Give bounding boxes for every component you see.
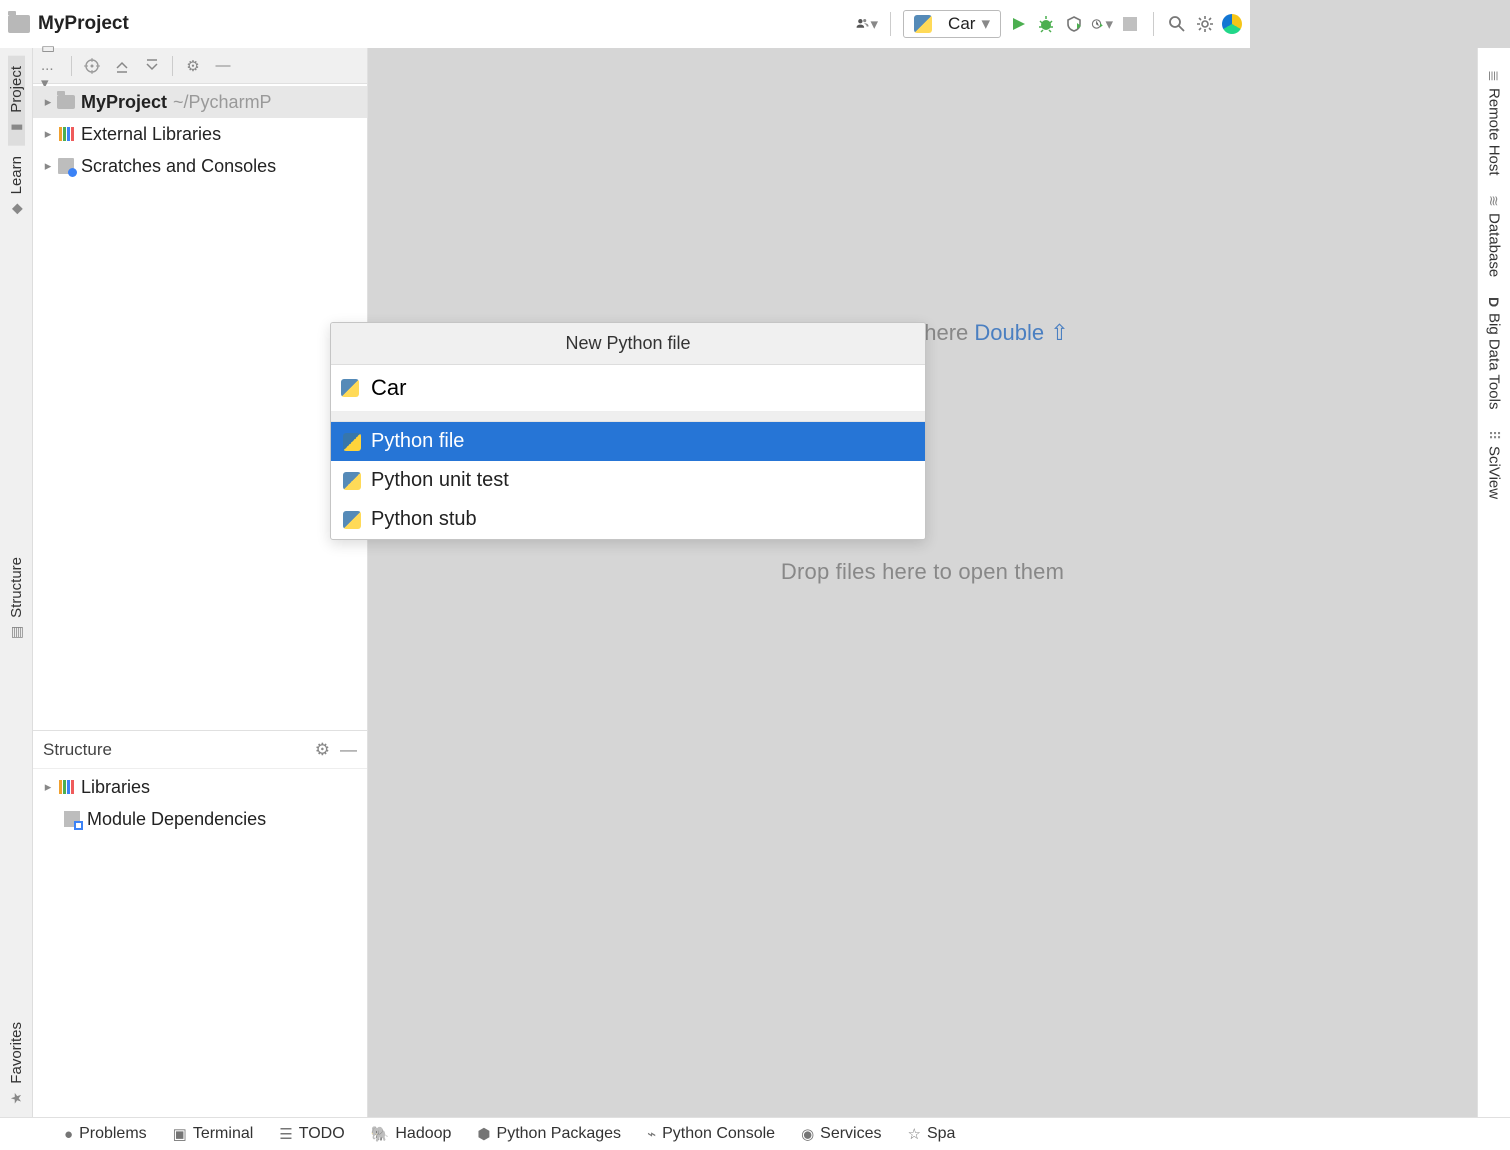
- database-icon: ≋: [1486, 195, 1502, 207]
- left-tool-gutter: ▮ Project ◆ Learn ▤ Structure ★ Favorite…: [0, 48, 33, 1117]
- tool-tab-big-data-tools[interactable]: D Big Data Tools: [1486, 287, 1503, 420]
- tool-tab-favorites[interactable]: ★ Favorites: [8, 1012, 25, 1117]
- libraries-icon: [55, 780, 77, 794]
- project-tree: ▸ MyProject ~/PycharmP ▸ External Librar…: [33, 84, 367, 184]
- view-mode-selector[interactable]: ▭ ... ▾: [41, 56, 61, 76]
- popup-option-python-stub[interactable]: Python stub: [331, 500, 925, 539]
- locate-file-button[interactable]: [82, 56, 102, 76]
- star-icon: ★: [8, 1092, 25, 1105]
- tree-root-myproject[interactable]: ▸ MyProject ~/PycharmP: [33, 86, 367, 118]
- popup-option-python-file[interactable]: Python file: [331, 422, 925, 461]
- learn-icon: ◆: [8, 203, 25, 214]
- jetbrains-logo-icon[interactable]: [1222, 14, 1242, 34]
- gear-icon[interactable]: ⚙: [315, 740, 330, 760]
- python-console-icon: ⌁: [647, 1125, 656, 1143]
- tool-tab-structure[interactable]: ▤ Structure: [8, 547, 25, 651]
- hide-structure-button[interactable]: —: [340, 740, 357, 760]
- bb-todo[interactable]: ☰TODO: [279, 1125, 344, 1143]
- hide-tool-button[interactable]: —: [213, 56, 233, 76]
- remote-icon: ≣: [1486, 70, 1502, 82]
- popup-option-python-unit-test[interactable]: Python unit test: [331, 461, 925, 500]
- tool-tab-sciview[interactable]: ⠿ SciView: [1486, 420, 1503, 509]
- drop-hint-label: Drop files here to open them: [781, 559, 1064, 585]
- bigdata-icon: D: [1486, 297, 1502, 307]
- topbar: MyProject ▾ Car ▾ ▾: [0, 0, 1250, 48]
- project-sidebar: ▭ ... ▾ ⚙ — ▸ MyProject ~/PycharmP: [33, 48, 368, 1117]
- bb-spark[interactable]: ☆Spa: [908, 1125, 956, 1143]
- structure-libraries[interactable]: ▸ Libraries: [33, 771, 367, 803]
- bb-terminal[interactable]: ▣Terminal: [173, 1125, 254, 1143]
- settings-icon[interactable]: [1194, 13, 1216, 35]
- hadoop-icon: 🐘: [371, 1125, 390, 1143]
- todo-icon: ☰: [279, 1125, 292, 1143]
- python-icon: [343, 433, 361, 451]
- scratches-icon: [55, 158, 77, 174]
- profile-button[interactable]: ▾: [1091, 13, 1113, 35]
- project-title[interactable]: MyProject: [38, 13, 129, 35]
- structure-icon: ▤: [7, 626, 24, 639]
- popup-filename-input[interactable]: [369, 373, 915, 403]
- python-icon: [343, 511, 361, 529]
- spark-icon: ☆: [908, 1125, 921, 1143]
- chevron-down-icon: ▾: [981, 14, 990, 34]
- run-config-selector[interactable]: Car ▾: [903, 10, 1001, 38]
- coverage-button[interactable]: [1063, 13, 1085, 35]
- terminal-icon: ▣: [173, 1125, 187, 1143]
- bb-python-packages[interactable]: ⬢Python Packages: [477, 1125, 621, 1143]
- tree-external-libraries[interactable]: ▸ External Libraries: [33, 118, 367, 150]
- tool-tab-project[interactable]: ▮ Project: [8, 56, 25, 146]
- bb-python-console[interactable]: ⌁Python Console: [647, 1125, 775, 1143]
- structure-tree: ▸ Libraries Module Dependencies: [33, 768, 367, 837]
- chevron-right-icon: ▸: [41, 158, 55, 174]
- chevron-right-icon: ▸: [41, 779, 55, 795]
- python-icon: [914, 15, 932, 33]
- bb-hadoop[interactable]: 🐘Hadoop: [371, 1125, 452, 1143]
- tool-settings-icon[interactable]: ⚙: [183, 56, 203, 76]
- services-icon: ◉: [801, 1125, 814, 1143]
- project-folder-icon: [8, 15, 30, 33]
- new-python-file-popup: New Python file Python file Python unit …: [330, 322, 926, 540]
- bb-problems[interactable]: ●Problems: [64, 1125, 147, 1143]
- tree-scratches[interactable]: ▸ Scratches and Consoles: [33, 150, 367, 182]
- python-icon: [343, 472, 361, 490]
- run-config-name: Car: [948, 14, 975, 34]
- libraries-icon: [55, 127, 77, 141]
- debug-button[interactable]: [1035, 13, 1057, 35]
- search-icon[interactable]: [1166, 13, 1188, 35]
- tool-tab-database[interactable]: ≋ Database: [1486, 185, 1503, 287]
- sciview-icon: ⠿: [1486, 430, 1502, 440]
- tool-tab-remote-host[interactable]: ≣ Remote Host: [1486, 60, 1503, 185]
- structure-module-deps[interactable]: Module Dependencies: [33, 803, 367, 835]
- run-button[interactable]: [1007, 13, 1029, 35]
- popup-filename-row: [331, 365, 925, 412]
- collapse-all-button[interactable]: [142, 56, 162, 76]
- toolbar-separator: [890, 12, 891, 36]
- expand-all-button[interactable]: [112, 56, 132, 76]
- project-toolbar: ▭ ... ▾ ⚙ —: [33, 48, 367, 84]
- editor-empty-state: Search Everywhere Double ⇧ Drop files he…: [368, 48, 1477, 1117]
- chevron-right-icon: ▸: [41, 94, 55, 110]
- python-icon: [341, 379, 359, 397]
- structure-panel-header[interactable]: Structure ⚙ —: [33, 730, 367, 768]
- bottom-toolbar: ●Problems ▣Terminal ☰TODO 🐘Hadoop ⬢Pytho…: [0, 1117, 1510, 1150]
- problems-icon: ●: [64, 1126, 73, 1143]
- bb-services[interactable]: ◉Services: [801, 1125, 881, 1143]
- folder-icon: ▮: [8, 123, 25, 131]
- users-icon[interactable]: ▾: [856, 13, 878, 35]
- search-hint-key: Double ⇧: [974, 320, 1068, 345]
- popup-title: New Python file: [331, 323, 925, 365]
- toolbar-separator: [1153, 12, 1154, 36]
- packages-icon: ⬢: [477, 1125, 490, 1143]
- tool-tab-learn[interactable]: ◆ Learn: [8, 146, 25, 227]
- folder-icon: [55, 95, 77, 109]
- right-tool-gutter: ≣ Remote Host ≋ Database D Big Data Tool…: [1477, 48, 1510, 1117]
- module-icon: [61, 811, 83, 827]
- main-area: ▭ ... ▾ ⚙ — ▸ MyProject ~/PycharmP: [33, 48, 1477, 1117]
- chevron-right-icon: ▸: [41, 126, 55, 142]
- stop-button: [1119, 13, 1141, 35]
